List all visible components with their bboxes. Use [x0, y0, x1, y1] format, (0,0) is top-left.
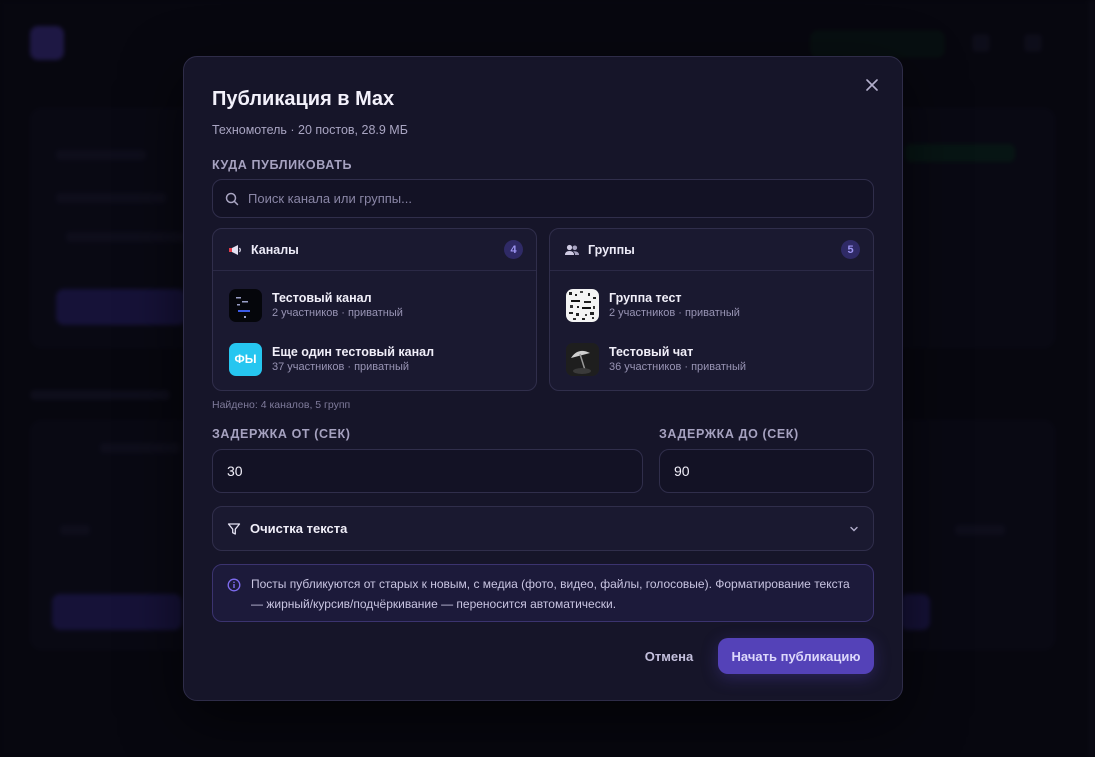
noise-avatar-icon: [566, 288, 599, 322]
search-icon: [225, 192, 239, 205]
users-icon: [565, 244, 579, 255]
groups-count-badge: 5: [841, 240, 860, 259]
channel-item-eshche-odin[interactable]: ФЫ Еще один тестовый канал 37 участников…: [229, 342, 434, 376]
group-name: Тестовый чат: [609, 344, 694, 359]
channel-name: Тестовый канал: [272, 290, 372, 305]
delay-to-input[interactable]: [674, 463, 873, 479]
info-icon: [227, 578, 241, 592]
channels-panel: Каналы 4 Тестовый канал 2 участников · п…: [212, 228, 537, 391]
channel-name: Еще один тестовый канал: [272, 344, 435, 359]
delay-from-field[interactable]: [212, 449, 643, 493]
close-button[interactable]: [862, 75, 882, 95]
modal-subtitle: Техномотель · 20 постов, 28.9 МБ: [212, 123, 408, 137]
group-meta: 36 участников · приватный: [609, 360, 747, 373]
target-section-label: КУДА ПУБЛИКОВАТЬ: [212, 158, 353, 172]
info-text: Посты публикуются от старых к новым, с м…: [251, 577, 850, 611]
cancel-button[interactable]: Отмена: [636, 638, 702, 674]
initials-avatar: ФЫ: [229, 342, 262, 376]
delay-to-field[interactable]: [659, 449, 874, 493]
group-meta: 2 участников · приватный: [609, 306, 740, 319]
megaphone-icon: [229, 244, 241, 255]
chevron-down-icon: [850, 526, 858, 531]
channels-count-badge: 4: [504, 240, 523, 259]
filter-icon: [227, 522, 241, 535]
channel-meta: 37 участников · приватный: [272, 360, 410, 373]
text-cleanup-title: Очистка текста: [250, 521, 348, 536]
group-item-gruppa-test[interactable]: Группа тест 2 участников · приватный: [566, 288, 740, 322]
channels-title: Каналы: [251, 242, 299, 257]
found-count-text: Найдено: 4 каналов, 5 групп: [212, 399, 351, 411]
start-publication-button[interactable]: Начать публикацию: [718, 638, 874, 674]
publish-modal: Публикация в Max Техномотель · 20 постов…: [183, 56, 903, 701]
umbrella-avatar-icon: [566, 342, 599, 376]
delay-from-input[interactable]: [227, 463, 642, 479]
info-notice: Посты публикуются от старых к новым, с м…: [212, 564, 874, 622]
delay-to-label: ЗАДЕРЖКА ДО (СЕК): [659, 427, 799, 441]
groups-panel-header: Группы 5: [550, 229, 873, 271]
search-field[interactable]: [212, 179, 874, 218]
groups-panel: Группы 5 Группа тест 2 участников · прив…: [549, 228, 874, 391]
modal-title: Публикация в Max: [212, 88, 395, 110]
group-name: Группа тест: [609, 290, 682, 305]
channels-panel-header: Каналы 4: [213, 229, 536, 271]
dark-channel-avatar-icon: [229, 288, 262, 322]
groups-title: Группы: [588, 242, 635, 257]
search-input[interactable]: [248, 191, 873, 206]
group-item-testovyi-chat[interactable]: Тестовый чат 36 участников · приватный: [566, 342, 746, 376]
text-cleanup-accordion[interactable]: Очистка текста: [212, 506, 874, 551]
delay-from-label: ЗАДЕРЖКА ОТ (СЕК): [212, 427, 351, 441]
close-icon: [866, 79, 878, 91]
channel-item-testovyi-kanal[interactable]: Тестовый канал 2 участников · приватный: [229, 288, 403, 322]
channel-meta: 2 участников · приватный: [272, 306, 403, 319]
